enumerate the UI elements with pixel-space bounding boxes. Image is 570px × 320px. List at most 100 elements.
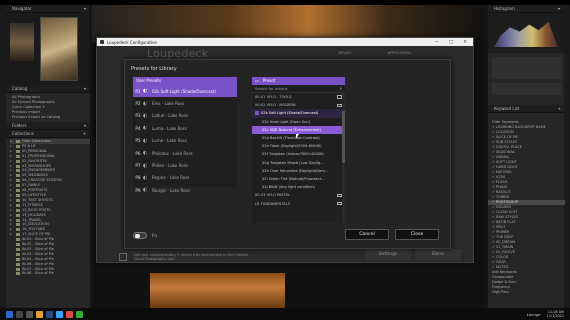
user-preset-row[interactable]: P6 ◐ Philodox - Lake Ross bbox=[133, 147, 237, 159]
preset-tree: ▭ Preset Search for actions ⌕ 00-01 VFLO… bbox=[252, 77, 345, 223]
fn-toggle[interactable] bbox=[133, 232, 147, 239]
app-icon[interactable] bbox=[76, 310, 83, 318]
preset-label: 00-03 VFLO PASTEL bbox=[255, 193, 291, 198]
photo-background-bottom bbox=[150, 273, 285, 308]
scrollbar-thumb[interactable] bbox=[342, 111, 345, 163]
trial-note[interactable]: Get your complementary 1 month trial mem… bbox=[134, 253, 254, 261]
collections-header[interactable]: Collections + bbox=[6, 130, 90, 138]
preset-folder-row[interactable]: 00-03 VFLO PASTEL bbox=[252, 191, 345, 199]
tab-application[interactable]: APPLICATION bbox=[388, 51, 411, 55]
close-button[interactable]: Close bbox=[395, 229, 439, 240]
collection-set-icon bbox=[16, 154, 20, 158]
navigator-preview[interactable] bbox=[6, 13, 90, 85]
preset-folder-row[interactable]: LR FUNDAMENTALS bbox=[252, 199, 345, 207]
keyword-row[interactable]: High Pass bbox=[488, 290, 565, 295]
preset-item-row[interactable]: 02k Hard Light (Open Sun) bbox=[252, 118, 345, 126]
mouse-cursor-icon bbox=[296, 134, 299, 139]
user-preset-row[interactable]: P8 ◐ Regina - Lake Ross bbox=[133, 172, 237, 184]
catalog-item[interactable]: Previous Export as Catalog bbox=[12, 115, 90, 120]
preset-label: 00-02 VFLO - MODERN bbox=[255, 103, 296, 108]
folders-header[interactable]: Folders ▾ bbox=[6, 122, 90, 130]
user-preset-row[interactable]: P2 ◐ Ems - Lake Ross bbox=[133, 97, 237, 109]
user-preset-label: Philodox - Lake Ross bbox=[152, 150, 193, 156]
photoshop-icon[interactable] bbox=[56, 310, 63, 318]
user-preset-label: Lume - Lake Ross bbox=[152, 138, 187, 144]
histogram-header[interactable]: Histogram ▾ bbox=[488, 5, 564, 13]
preset-folder-row[interactable]: 02k Soft Light (Shade/Overcast) bbox=[252, 109, 345, 118]
close-icon[interactable]: ✕ bbox=[463, 40, 467, 45]
preset-item-row[interactable]: 02h Over Saturated (Daylight/Dom... bbox=[252, 167, 345, 175]
quick-develop-block bbox=[492, 57, 561, 79]
catalog-header[interactable]: Catalog ▾ bbox=[6, 85, 90, 93]
preset-folder-row[interactable]: 00-02 VFLO - MODERN bbox=[252, 101, 345, 109]
preset-item-row[interactable]: 02j B&W (Any light condition) bbox=[252, 183, 345, 191]
cancel-button[interactable]: Cancel bbox=[345, 229, 389, 240]
file-explorer-icon[interactable] bbox=[36, 310, 43, 318]
windows-start-icon[interactable] bbox=[6, 310, 13, 318]
preset-item-row[interactable]: 02g Tungsten Mixed (Low Daylig... bbox=[252, 159, 345, 167]
done-button[interactable]: Done bbox=[415, 249, 461, 260]
user-preset-label: Phileo - Lake Ross bbox=[152, 163, 188, 169]
preset-icon: ◐ bbox=[143, 125, 148, 132]
search-input[interactable]: Search for actions ⌕ bbox=[252, 85, 345, 93]
preset-label: 02h Over Saturated (Daylight/Dom... bbox=[262, 168, 329, 173]
user-preset-row[interactable]: P9 ◐ Sturgis - Lake Ross bbox=[133, 184, 237, 196]
clock-date: 1/11/2021 bbox=[546, 314, 564, 318]
disclosure-triangle-icon[interactable] bbox=[10, 271, 14, 276]
preset-item-row[interactable]: 02c HDR Natural (Enhancement) bbox=[252, 125, 345, 134]
preset-slot-number: P6 bbox=[135, 150, 141, 156]
collection-row[interactable]: IN-08 - Slice of Pie bbox=[10, 271, 90, 276]
clock[interactable]: 11:28 AM 1/11/2021 bbox=[547, 310, 570, 318]
checkbox-icon[interactable] bbox=[255, 111, 259, 116]
preset-tree-title: Preset bbox=[262, 78, 276, 83]
app-icon[interactable] bbox=[66, 310, 73, 318]
settings-button[interactable]: Settings bbox=[365, 249, 411, 260]
chevron-down-icon[interactable]: ▾ bbox=[84, 122, 86, 129]
collection-set-icon bbox=[16, 218, 20, 222]
chevron-down-icon[interactable]: ▾ bbox=[84, 5, 86, 12]
preset-item-row[interactable]: 02i Green Tint (Natural/Fluoresce... bbox=[252, 175, 345, 183]
navigator-header[interactable]: Navigator ▾ bbox=[6, 5, 90, 13]
minimize-icon[interactable]: — bbox=[434, 40, 439, 45]
preset-folder-row[interactable]: 00-01 VFLO - TOOLS bbox=[252, 93, 345, 101]
plus-icon[interactable]: + bbox=[558, 105, 561, 112]
collection-set-icon bbox=[16, 252, 20, 256]
collection-set-icon bbox=[16, 257, 20, 261]
search-icon[interactable] bbox=[16, 310, 23, 318]
user-preset-row[interactable]: P4 ◐ Luma - Lake Ross bbox=[133, 122, 237, 134]
user-preset-row[interactable]: P5 ◐ Lume - Lake Ross bbox=[133, 135, 237, 147]
chevron-down-icon[interactable]: ▾ bbox=[558, 5, 560, 12]
preset-slot-number: P3 bbox=[135, 113, 141, 119]
fn-toggle-label: Fn bbox=[152, 233, 158, 238]
user-preset-row[interactable]: P7 ◐ Phileo - Lake Ross bbox=[133, 159, 237, 171]
maximize-icon[interactable]: □ bbox=[449, 40, 453, 45]
histogram-title: Histogram bbox=[494, 6, 515, 11]
preset-slot-number: P2 bbox=[135, 101, 141, 107]
preset-tree-scrollbar[interactable] bbox=[342, 93, 345, 223]
catalog-list: All Photographs All Synced Photographs Q… bbox=[6, 93, 90, 122]
config-titlebar[interactable]: Loupedeck Configuration — □ ✕ bbox=[97, 38, 473, 46]
collection-set-icon bbox=[16, 189, 20, 193]
presets-dialog-title: Presets for Library bbox=[131, 66, 177, 72]
collection-set-icon bbox=[16, 164, 20, 168]
chevron-down-icon[interactable]: ▾ bbox=[84, 85, 86, 92]
user-preset-row[interactable]: P1 ◐ 02k Soft Light (Shade/Overcast) bbox=[133, 85, 237, 98]
collection-set-icon bbox=[16, 169, 20, 173]
preset-item-row[interactable]: 02f Tungsten (Indoor/3000-4000K) bbox=[252, 150, 345, 158]
preset-label: 02k Soft Light (Shade/Overcast) bbox=[261, 111, 319, 116]
config-header: Loupedeck DEVICE APPLICATION bbox=[97, 46, 473, 60]
lounge-label[interactable]: Lounge bbox=[527, 312, 544, 317]
preset-label: 02i Green Tint (Natural/Fluoresce... bbox=[262, 176, 326, 181]
collection-set-icon bbox=[16, 184, 20, 188]
search-icon[interactable]: ⌕ bbox=[339, 86, 342, 92]
task-view-icon[interactable] bbox=[26, 310, 33, 318]
keyword-list-header[interactable]: Keyword List + bbox=[488, 105, 565, 113]
user-preset-row[interactable]: P3 ◐ Ladue - Lake Ross bbox=[133, 110, 237, 122]
collection-set-icon bbox=[16, 140, 20, 143]
plus-icon[interactable]: + bbox=[83, 130, 86, 137]
preset-label: 00-01 VFLO - TOOLS bbox=[255, 95, 292, 100]
search-placeholder: Search for actions bbox=[255, 86, 288, 91]
preset-item-row[interactable]: 02e Flash (Daylight/5000-6000K) bbox=[252, 142, 345, 150]
tab-device[interactable]: DEVICE bbox=[338, 51, 351, 55]
lightroom-icon[interactable] bbox=[46, 310, 53, 318]
